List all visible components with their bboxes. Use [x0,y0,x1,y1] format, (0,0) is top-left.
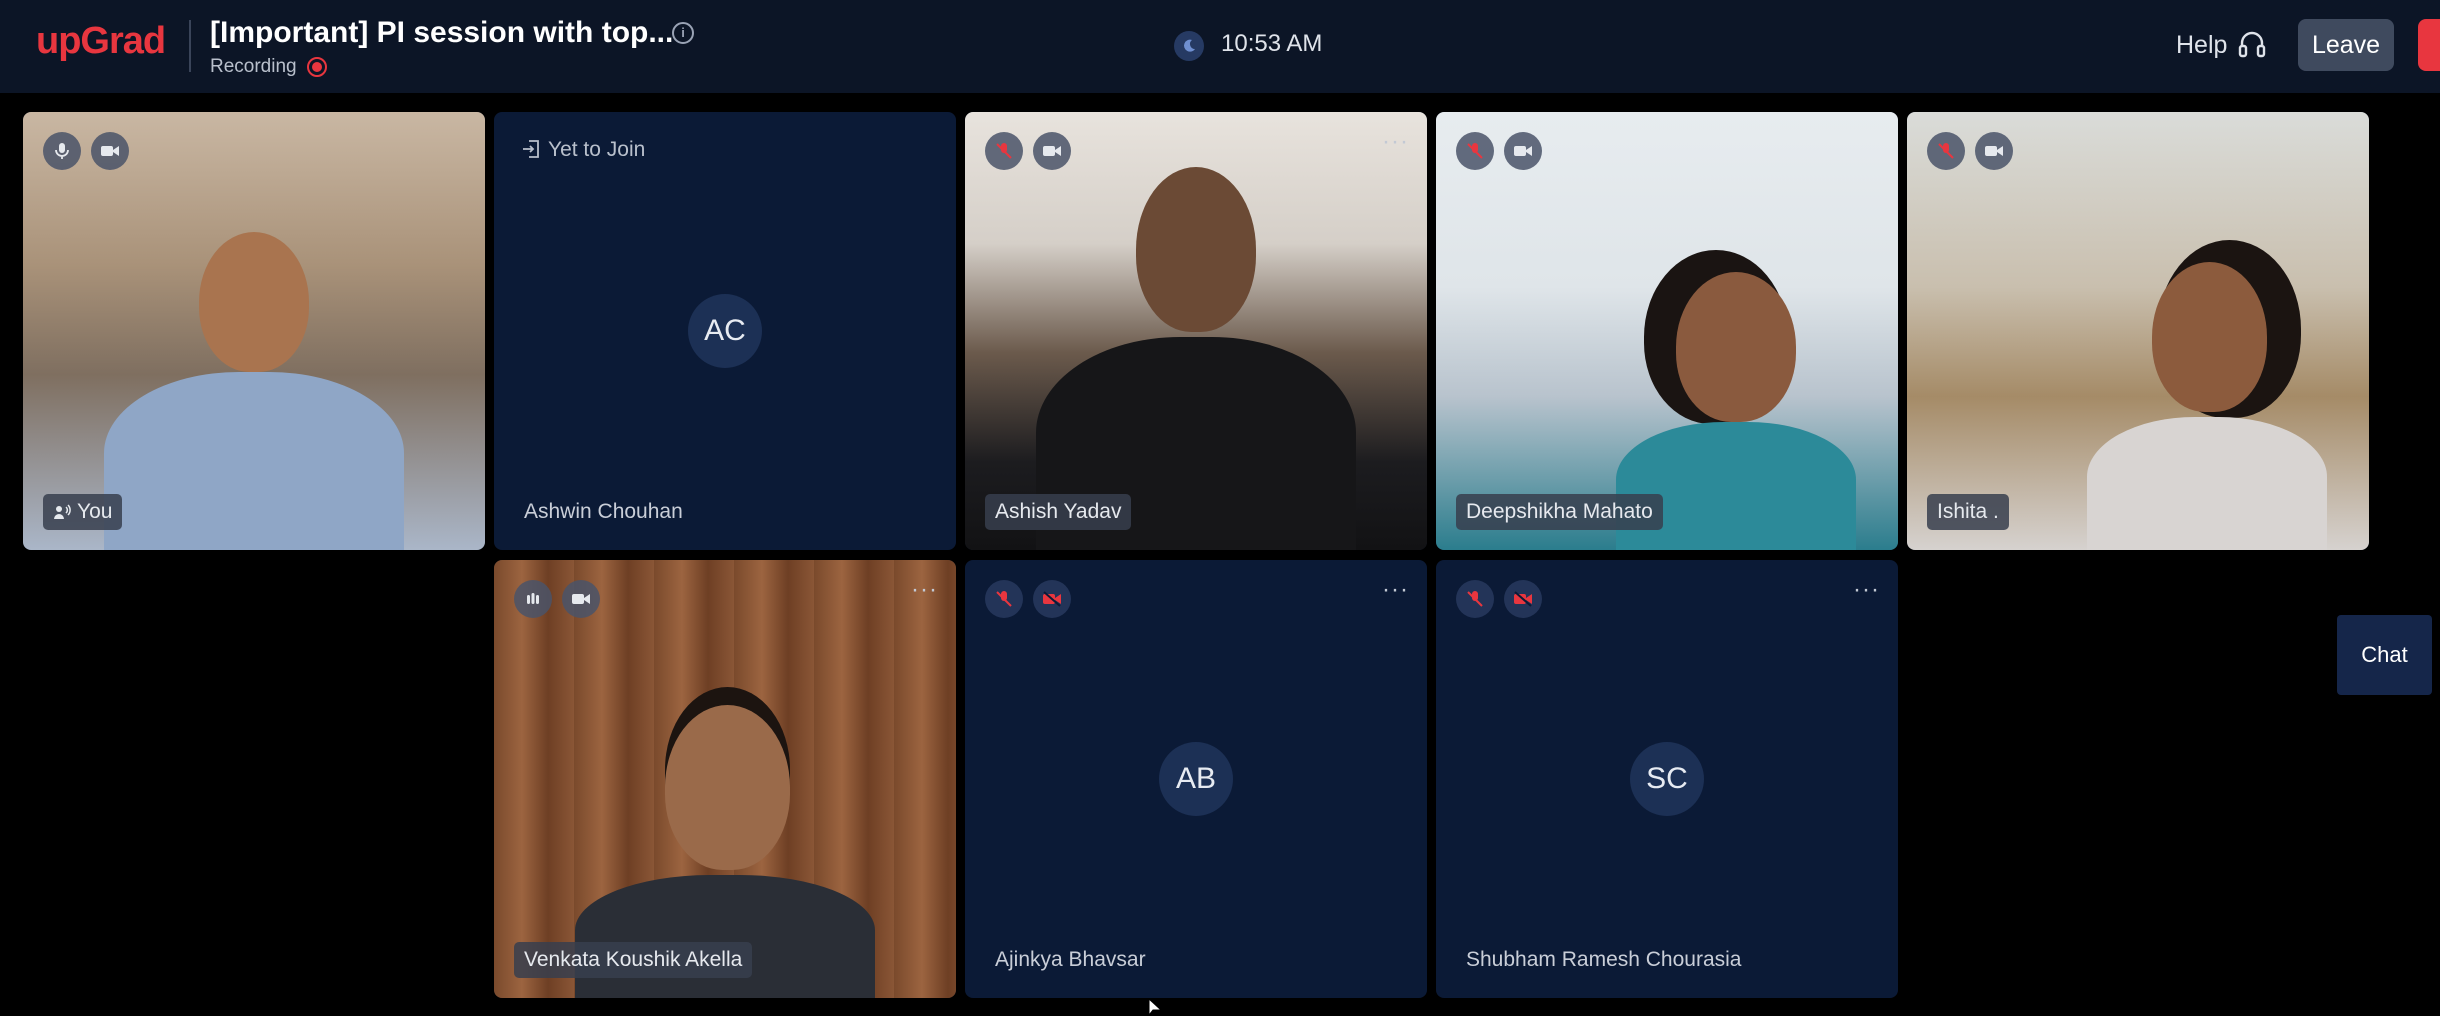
participant-tile-shubham[interactable]: ··· SC Shubham Ramesh Chourasia [1436,560,1898,998]
more-options-icon[interactable]: ··· [911,576,938,604]
record-icon [307,57,327,77]
tile-status-icons [1927,132,2013,170]
join-status: Yet to Join [522,138,645,162]
participant-tile-you[interactable]: You [23,112,485,550]
clock-icon [1174,31,1204,61]
participant-name-text: You [77,500,113,523]
enter-icon [523,140,539,158]
participant-figure [104,232,404,550]
video-feed [494,560,956,998]
tile-status-icons [43,132,129,170]
participant-name: Deepshikha Mahato [1456,494,1663,530]
session-title: [Important] PI session with top... [210,16,674,49]
mic-off-icon [1927,132,1965,170]
participant-name: Ishita . [1927,494,2009,530]
mic-off-icon [1456,580,1494,618]
participant-name: Ashwin Chouhan [524,500,683,523]
tile-status-icons [514,580,600,618]
more-options-icon[interactable]: ··· [1382,128,1409,156]
camera-icon [91,132,129,170]
tile-status-icons [985,132,1071,170]
video-feed [965,112,1427,550]
video-feed [1907,112,2369,550]
participant-name: Venkata Koushik Akella [514,942,753,978]
camera-icon [562,580,600,618]
camera-icon [1975,132,2013,170]
camera-off-icon [1504,580,1542,618]
video-feed [1436,112,1898,550]
participant-tile-ashish[interactable]: ··· Ashish Yadav [965,112,1427,550]
top-bar: upGrad [Important] PI session with top..… [0,0,2440,93]
mic-off-icon [985,580,1023,618]
participant-figure [1036,167,1356,550]
participant-tile-ajinkya[interactable]: ··· AB Ajinkya Bhavsar [965,560,1427,998]
participant-name: You [43,494,123,530]
leave-button[interactable]: Leave [2298,19,2394,71]
speaking-icon [514,580,552,618]
camera-icon [1504,132,1542,170]
avatar: AB [1159,742,1233,816]
tile-status-icons [1456,132,1542,170]
more-options-icon[interactable]: ··· [1853,576,1880,604]
tile-status-icons [1456,580,1542,618]
mic-icon [43,132,81,170]
participant-tile-ashwin[interactable]: Yet to Join AC Ashwin Chouhan [494,112,956,550]
mic-off-icon [1456,132,1494,170]
camera-off-icon [1033,580,1071,618]
participant-name: Ashish Yadav [985,494,1132,530]
recording-label: Recording [210,56,297,77]
video-feed [23,112,485,550]
help-button[interactable]: Help [2176,31,2227,60]
camera-icon [1033,132,1071,170]
avatar: SC [1630,742,1704,816]
join-status-text: Yet to Join [548,138,646,161]
chat-button[interactable]: Chat [2337,615,2432,695]
tile-status-icons [985,580,1071,618]
participant-name: Ajinkya Bhavsar [995,948,1146,971]
participant-tile-venkata[interactable]: ··· Venkata Koushik Akella [494,560,956,998]
end-call-button[interactable] [2418,19,2440,71]
avatar: AC [688,294,762,368]
upgrad-logo: upGrad [36,20,166,62]
more-options-icon[interactable]: ··· [1382,576,1409,604]
speaker-icon [54,504,71,519]
participant-name: Shubham Ramesh Chourasia [1466,948,1742,971]
clock-time: 10:53 AM [1221,30,1323,57]
mic-off-icon [985,132,1023,170]
participant-figure [2077,262,2337,550]
info-icon[interactable]: i [672,22,694,44]
header-divider [189,20,191,72]
headset-icon[interactable] [2238,30,2266,65]
participant-tile-deepshikha[interactable]: Deepshikha Mahato [1436,112,1898,550]
mouse-cursor-icon [1148,997,1163,1016]
participant-tile-ishita[interactable]: Ishita . [1907,112,2369,550]
